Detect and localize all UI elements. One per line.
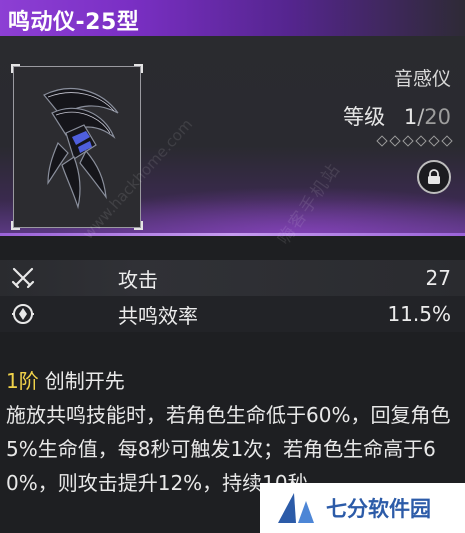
rank-star-icon xyxy=(377,136,386,145)
watermark-badge-text: 七分软件园 xyxy=(326,497,431,521)
rank-star-icon xyxy=(390,136,399,145)
skill-name: 创制开先 xyxy=(44,369,125,393)
watermark-badge: 七分软件园 xyxy=(260,483,465,533)
lock-icon xyxy=(428,169,440,184)
level-max: 20 xyxy=(424,105,451,129)
rank-star-icon xyxy=(429,136,438,145)
resonance-target-icon xyxy=(12,304,34,324)
item-name: 鸣动仪-25型 xyxy=(8,10,140,35)
stat-row-energy-regen: 共鸣效率 11.5% xyxy=(0,296,465,332)
site-logo-icon xyxy=(278,493,314,523)
rank-star-icon xyxy=(416,136,425,145)
skill-rank: 1阶 xyxy=(6,369,39,393)
lock-button[interactable] xyxy=(417,160,451,194)
item-detail-card: 鸣动仪-25型 音感仪 等级 1/20 攻击 27 共鸣效率 11.5% 1阶 … xyxy=(0,0,465,533)
crossed-swords-icon xyxy=(11,267,35,289)
level-current: 1 xyxy=(403,105,418,129)
item-level: 等级 1/20 xyxy=(343,101,451,131)
rank-star-icon xyxy=(403,136,412,145)
level-label: 等级 xyxy=(343,105,386,129)
item-header: 鸣动仪-25型 xyxy=(0,0,465,36)
stat-name: 攻击 xyxy=(118,267,158,292)
stats-list: 攻击 27 共鸣效率 11.5% xyxy=(0,260,465,332)
stat-name: 共鸣效率 xyxy=(118,303,198,328)
item-overview-panel: 音感仪 等级 1/20 xyxy=(0,36,465,236)
rank-star-icon xyxy=(442,136,451,145)
stat-row-attack: 攻击 27 xyxy=(0,260,465,297)
stat-value: 27 xyxy=(425,266,451,290)
skill-title: 1阶 创制开先 xyxy=(6,365,125,394)
item-type: 音感仪 xyxy=(393,68,451,90)
tune-rank-stars xyxy=(377,136,451,145)
stat-value: 11.5% xyxy=(387,302,451,326)
